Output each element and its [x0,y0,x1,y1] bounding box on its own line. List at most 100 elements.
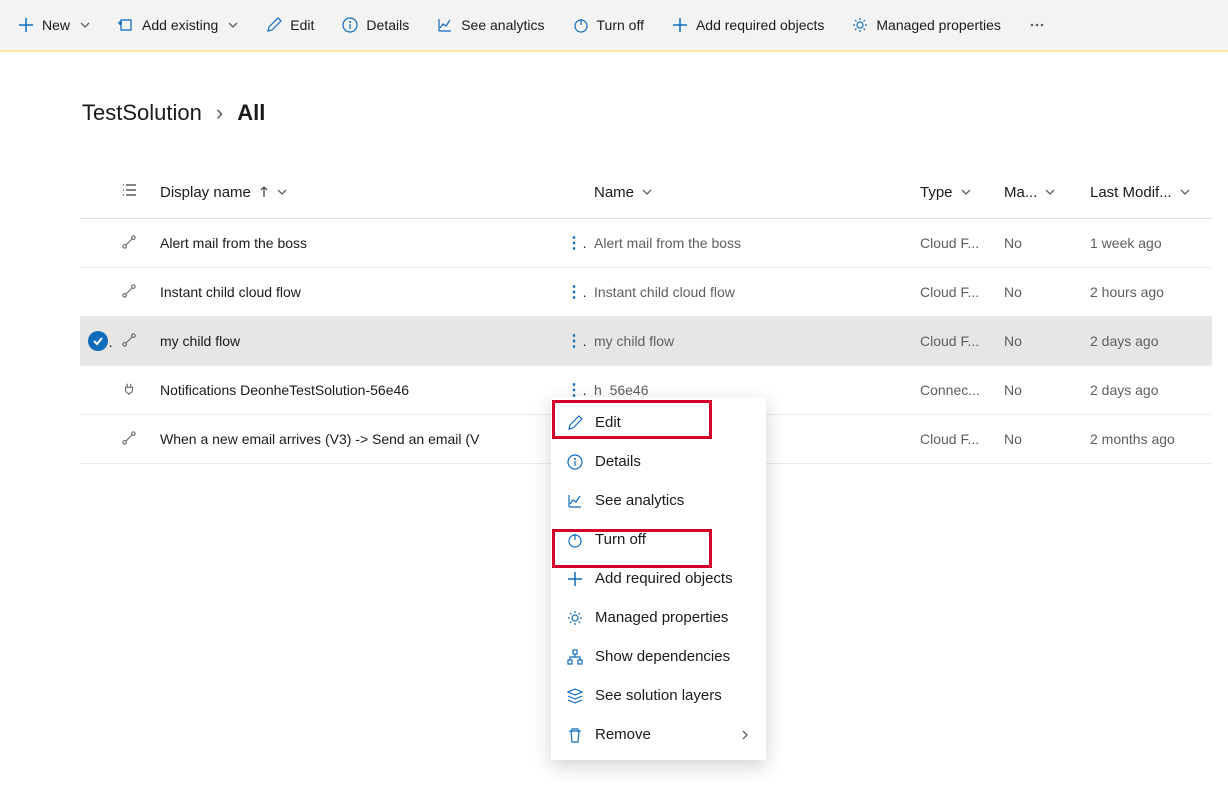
flow-icon [122,334,136,350]
gear-icon [852,17,868,33]
row-type: Cloud F... [920,235,979,251]
row-display-name[interactable]: Instant child cloud flow [160,284,301,300]
row-managed: No [1004,431,1022,447]
breadcrumb-current: All [237,100,265,126]
overflow-button[interactable] [1019,11,1055,39]
connection-icon [122,383,136,399]
header-display-name[interactable]: Display name [160,184,287,201]
row-managed: No [1004,382,1022,398]
edit-button[interactable]: Edit [256,11,324,39]
more-horizontal-icon [1029,17,1045,33]
header-last-modified-label: Last Modif... [1090,184,1172,201]
row-display-name[interactable]: my child flow [160,333,240,349]
chevron-down-icon [228,20,238,30]
managed-props-button[interactable]: Managed properties [842,11,1011,39]
details-button[interactable]: Details [332,11,419,39]
plus-icon [18,17,34,33]
header-managed[interactable]: Ma... [1004,184,1055,201]
analytics-icon [437,17,453,33]
add-existing-button[interactable]: Add existing [108,11,248,39]
row-more-button[interactable]: ⋮ [566,235,586,252]
ctx-managed-props[interactable]: Managed properties [551,598,766,637]
header-type-label: Type [920,184,953,201]
ctx-show-deps-label: Show dependencies [595,648,730,665]
details-label: Details [366,17,409,33]
pencil-icon [266,17,282,33]
list-icon [122,182,138,198]
ctx-show-deps[interactable]: Show dependencies [551,637,766,676]
row-name: Instant child cloud flow [594,284,735,300]
new-button[interactable]: New [8,11,100,39]
list-view-toggle[interactable] [122,182,138,198]
row-type: Cloud F... [920,284,979,300]
see-analytics-button[interactable]: See analytics [427,11,554,39]
trash-icon [567,727,583,743]
layers-icon [567,688,583,704]
pencil-icon [567,415,583,431]
edit-label: Edit [290,17,314,33]
ctx-analytics-label: See analytics [595,492,684,509]
header-name[interactable]: Name [594,184,652,201]
flow-icon [122,285,136,301]
row-name: my child flow [594,333,674,349]
ctx-add-required[interactable]: Add required objects [551,559,766,598]
flow-icon [122,432,136,448]
ctx-details-label: Details [595,453,641,470]
add-existing-label: Add existing [142,17,218,33]
plus-icon [672,17,688,33]
chevron-down-icon [80,20,90,30]
info-icon [567,454,583,470]
row-managed: No [1004,333,1022,349]
row-display-name[interactable]: When a new email arrives (V3) -> Send an… [160,431,479,447]
ctx-remove[interactable]: Remove [551,715,766,754]
row-last-modified: 2 hours ago [1090,284,1164,300]
ctx-solution-layers[interactable]: See solution layers [551,676,766,715]
row-type: Cloud F... [920,431,979,447]
gear-icon [567,610,583,626]
row-type: Connec... [920,382,980,398]
chevron-down-icon [277,187,287,197]
context-menu: Edit Details See analytics Turn off Add … [551,397,766,760]
chevron-down-icon [961,187,971,197]
chevron-down-icon [642,187,652,197]
header-name-label: Name [594,184,634,201]
add-existing-icon [118,17,134,33]
analytics-label: See analytics [461,17,544,33]
table-row[interactable]: Instant child cloud flow ⋮ Instant child c… [80,268,1212,317]
row-more-button[interactable]: ⋮ [566,284,586,301]
row-name: Alert mail from the boss [594,235,741,251]
row-managed: No [1004,235,1022,251]
row-name: h_56e46 [594,382,649,398]
turn-off-label: Turn off [597,17,644,33]
ctx-edit[interactable]: Edit [551,403,766,442]
row-display-name[interactable]: Notifications DeonheTestSolution-56e46 [160,382,409,398]
row-display-name[interactable]: Alert mail from the boss [160,235,307,251]
row-more-button[interactable]: ⋮ [566,333,586,350]
header-managed-label: Ma... [1004,184,1037,201]
table-header-row: Display name Name Type [80,166,1212,219]
ctx-analytics[interactable]: See analytics [551,481,766,520]
row-managed: No [1004,284,1022,300]
sort-up-icon [259,186,269,198]
breadcrumb-separator: › [216,100,223,126]
header-last-modified[interactable]: Last Modif... [1090,184,1190,201]
table-row[interactable]: my child flow⋮my child flowCloud F...No2… [80,317,1212,366]
breadcrumb: TestSolution › All [80,52,1204,166]
header-type[interactable]: Type [920,184,971,201]
chevron-down-icon [1180,187,1190,197]
chevron-down-icon [1045,187,1055,197]
analytics-icon [567,493,583,509]
breadcrumb-root[interactable]: TestSolution [82,100,202,126]
ctx-details[interactable]: Details [551,442,766,481]
dependencies-icon [567,649,583,665]
ctx-add-required-label: Add required objects [595,570,733,587]
row-selected-check[interactable] [88,331,108,351]
add-required-label: Add required objects [696,17,824,33]
power-icon [567,532,583,548]
info-icon [342,17,358,33]
ctx-managed-props-label: Managed properties [595,609,728,626]
turn-off-button[interactable]: Turn off [563,11,654,39]
table-row[interactable]: Alert mail from the boss ⋮ Alert mail from… [80,219,1212,268]
ctx-turn-off[interactable]: Turn off [551,520,766,559]
add-required-button[interactable]: Add required objects [662,11,834,39]
